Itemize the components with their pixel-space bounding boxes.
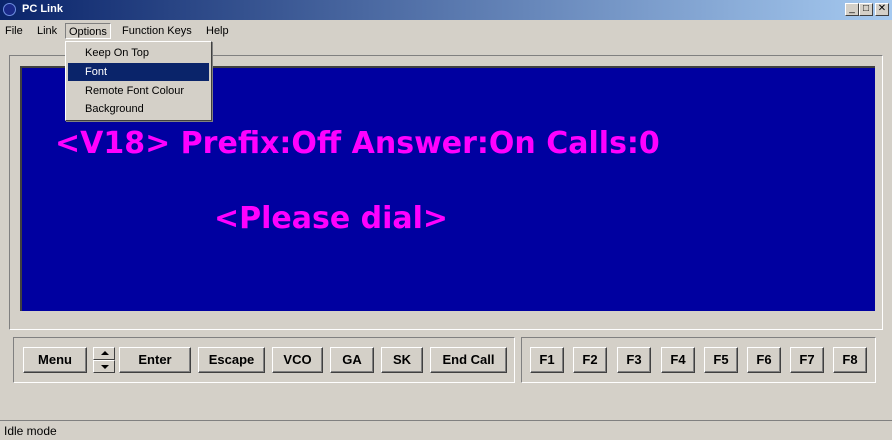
- close-icon: ✕: [877, 3, 887, 14]
- menu-help[interactable]: Help: [204, 25, 231, 37]
- menu-link[interactable]: Link: [35, 25, 59, 37]
- menu-item-keep-on-top[interactable]: Keep On Top: [68, 44, 209, 62]
- menu-item-remote-font-colour[interactable]: Remote Font Colour: [68, 82, 209, 100]
- f7-button[interactable]: F7: [790, 347, 824, 373]
- maximize-button[interactable]: □: [859, 3, 873, 16]
- enter-button[interactable]: Enter: [119, 347, 191, 373]
- sk-button[interactable]: SK: [381, 347, 423, 373]
- scroll-spinner[interactable]: [93, 347, 115, 373]
- minimize-icon: _: [849, 3, 855, 14]
- title-bar: PC Link _ □ ✕: [0, 0, 892, 20]
- status-line: <V18> Prefix:Off Answer:On Calls:0: [55, 126, 660, 161]
- f5-button[interactable]: F5: [704, 347, 738, 373]
- menu-function-keys[interactable]: Function Keys: [120, 25, 194, 37]
- status-bar: Idle mode: [0, 420, 892, 440]
- spin-up-button[interactable]: [93, 347, 115, 360]
- menu-bar: File Link Options Function Keys Help: [0, 22, 892, 42]
- spin-down-icon: [101, 365, 109, 369]
- f8-button[interactable]: F8: [833, 347, 867, 373]
- menu-item-background[interactable]: Background: [68, 100, 209, 118]
- end-call-button[interactable]: End Call: [430, 347, 507, 373]
- spin-down-button[interactable]: [93, 360, 115, 373]
- options-dropdown: Keep On Top Font Remote Font Colour Back…: [65, 41, 212, 121]
- prompt-line: <Please dial>: [214, 201, 449, 236]
- menu-item-font[interactable]: Font: [68, 63, 209, 81]
- menu-options[interactable]: Options: [65, 23, 111, 39]
- f4-button[interactable]: F4: [661, 347, 695, 373]
- spin-up-icon: [101, 351, 109, 355]
- close-button[interactable]: ✕: [875, 3, 889, 16]
- minimize-button[interactable]: _: [845, 3, 859, 16]
- window-title: PC Link: [22, 3, 63, 15]
- app-icon[interactable]: [3, 3, 16, 16]
- f6-button[interactable]: F6: [747, 347, 781, 373]
- maximize-icon: □: [862, 3, 870, 14]
- vco-button[interactable]: VCO: [272, 347, 323, 373]
- status-text: Idle mode: [4, 424, 57, 438]
- f1-button[interactable]: F1: [530, 347, 564, 373]
- menu-file[interactable]: File: [3, 25, 25, 37]
- ga-button[interactable]: GA: [330, 347, 374, 373]
- menu-button[interactable]: Menu: [23, 347, 87, 373]
- escape-button[interactable]: Escape: [198, 347, 265, 373]
- f2-button[interactable]: F2: [573, 347, 607, 373]
- f3-button[interactable]: F3: [617, 347, 651, 373]
